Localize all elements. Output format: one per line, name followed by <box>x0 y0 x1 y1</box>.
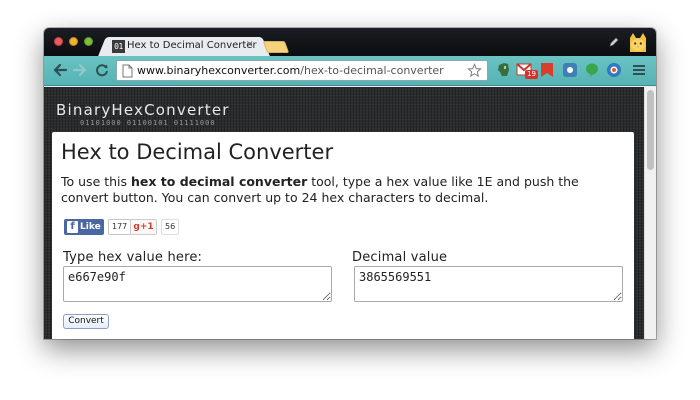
bookmark-ribbon-icon[interactable] <box>538 61 556 79</box>
page-icon <box>122 64 133 78</box>
tab-close-icon[interactable]: × <box>246 39 254 50</box>
url-path: /hex-to-decimal-converter <box>300 64 444 77</box>
reload-icon[interactable] <box>94 62 110 78</box>
intro-text-start: To use this <box>61 174 132 189</box>
facebook-icon: f <box>67 221 78 233</box>
site-logo[interactable]: BinaryHexConverter <box>56 101 230 119</box>
google-plus-button[interactable]: g+1 <box>130 219 157 235</box>
title-bar: 01 Hex to Decimal Converter × <box>44 28 656 56</box>
pencil-icon[interactable] <box>608 36 620 48</box>
decimal-output-field[interactable]: 3865569551 <box>354 266 623 302</box>
menu-hamburger-icon[interactable] <box>630 61 648 79</box>
minimize-window-button[interactable] <box>69 37 78 46</box>
forward-arrow-icon[interactable] <box>72 62 88 78</box>
hex-input-label: Type hex value here: <box>63 250 203 265</box>
maximize-window-button[interactable] <box>84 37 93 46</box>
google-plus-count: 56 <box>161 219 180 235</box>
intro-text: To use this hex to decimal converter too… <box>61 174 621 206</box>
decimal-output-label: Decimal value <box>352 250 448 265</box>
tab-title: Hex to Decimal Converter <box>127 40 257 51</box>
gmail-extension[interactable]: 19 <box>516 61 538 79</box>
page-scrollbar[interactable] <box>644 87 656 339</box>
unread-count-badge: 19 <box>525 70 538 79</box>
evernote-elephant-icon[interactable] <box>495 61 513 79</box>
page-viewport: BinaryHexConverter 01101000 01100101 011… <box>44 87 656 339</box>
intro-keyword: hex to decimal converter <box>131 174 308 189</box>
convert-button[interactable]: Convert <box>63 314 109 329</box>
scrollbar-thumb[interactable] <box>647 90 654 170</box>
profile-avatar-cat-icon[interactable] <box>626 30 650 54</box>
url-text: www.binaryhexconverter.com/hex-to-decima… <box>137 64 444 77</box>
facebook-like-count: 177 <box>108 219 132 235</box>
url-host: www.binaryhexconverter.com <box>137 64 301 77</box>
hex-input-field[interactable]: e667e90f <box>63 266 332 302</box>
back-arrow-icon[interactable] <box>52 62 68 78</box>
record-extension-icon[interactable] <box>605 61 623 79</box>
new-tab-button[interactable] <box>262 41 290 53</box>
site-binary-tagline: 01101000 01100101 01111000 <box>80 119 216 127</box>
address-bar[interactable]: www.binaryhexconverter.com/hex-to-decima… <box>116 60 488 81</box>
site-favicon: 01 <box>112 40 125 53</box>
tab-hex-to-decimal[interactable]: 01 Hex to Decimal Converter × <box>108 37 260 56</box>
browser-toolbar: www.binaryhexconverter.com/hex-to-decima… <box>44 56 656 86</box>
close-window-button[interactable] <box>54 37 63 46</box>
page-title: Hex to Decimal Converter <box>61 140 334 164</box>
bookmark-star-icon[interactable] <box>467 63 482 78</box>
facebook-like-button[interactable]: f Like <box>64 219 104 235</box>
facebook-like-label: Like <box>80 222 101 232</box>
pocket-extension-icon[interactable] <box>561 61 579 79</box>
browser-window: 01 Hex to Decimal Converter × www.binary… <box>44 28 656 339</box>
converter-panel: Hex to Decimal Converter To use this hex… <box>52 132 634 339</box>
speech-bubble-icon[interactable] <box>583 61 601 79</box>
